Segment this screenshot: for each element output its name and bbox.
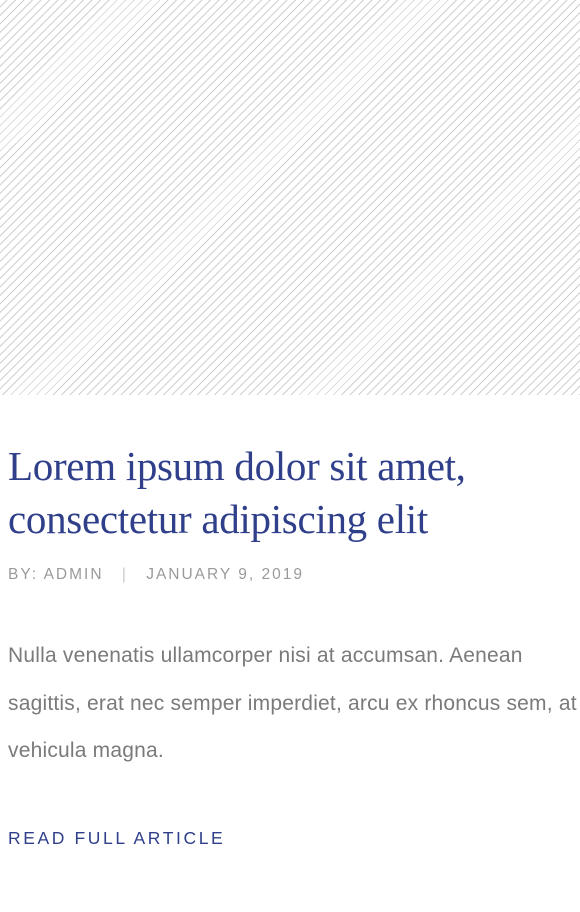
meta-separator: | xyxy=(121,566,126,583)
post-excerpt: Nulla venenatis ullamcorper nisi at accu… xyxy=(8,644,577,762)
post-date: JANUARY 9, 2019 xyxy=(146,566,305,583)
author-link[interactable]: ADMIN xyxy=(44,566,104,583)
read-full-article-link[interactable]: READ FULL ARTICLE xyxy=(8,827,225,849)
featured-image-placeholder[interactable] xyxy=(0,0,580,395)
author-label: BY: xyxy=(8,566,39,583)
post-meta: BY: ADMIN | JANUARY 9, 2019 xyxy=(8,565,304,585)
post-title[interactable]: Lorem ipsum dolor sit amet, consectetur … xyxy=(8,440,573,546)
